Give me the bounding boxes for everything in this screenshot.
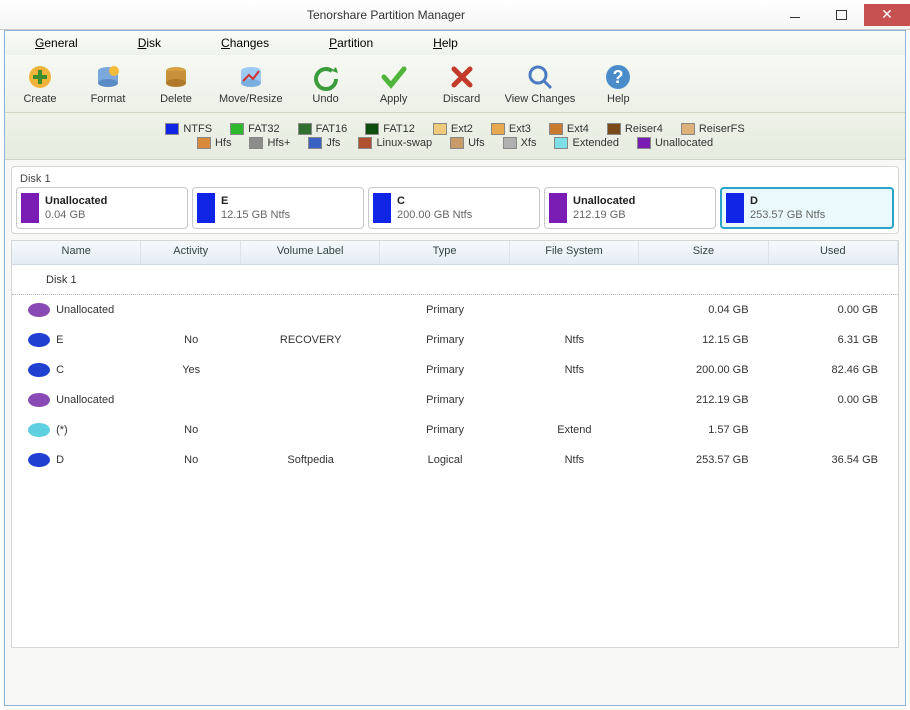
create-button[interactable]: Create	[15, 63, 65, 105]
table-row[interactable]: (*)NoPrimaryExtend1.57 GB	[12, 415, 898, 445]
partition-color-icon	[21, 193, 39, 223]
moveresize-button[interactable]: Move/Resize	[219, 63, 283, 105]
legend-hfs+: Hfs+	[249, 137, 290, 149]
col-name[interactable]: Name	[12, 241, 141, 264]
legend-ufs: Ufs	[450, 137, 485, 149]
partition-card-4[interactable]: D253.57 GB Ntfs	[720, 187, 894, 229]
legend-fat16: FAT16	[298, 123, 348, 135]
disk-label: Disk 1	[16, 171, 894, 187]
legend-ext2: Ext2	[433, 123, 473, 135]
partition-color-icon	[549, 193, 567, 223]
close-button[interactable]: ✕	[864, 4, 910, 26]
help-button[interactable]: ?Help	[593, 63, 643, 105]
col-size[interactable]: Size	[639, 241, 768, 264]
table-row[interactable]: UnallocatedPrimary212.19 GB0.00 GB	[12, 385, 898, 415]
col-filesystem[interactable]: File System	[510, 241, 639, 264]
help-icon: ?	[604, 63, 632, 91]
legend-reiserfs: ReiserFS	[681, 123, 745, 135]
window-title: Tenorshare Partition Manager	[0, 8, 772, 22]
format-icon	[94, 63, 122, 91]
table-row[interactable]: DNoSoftpediaLogicalNtfs253.57 GB36.54 GB	[12, 445, 898, 475]
col-used[interactable]: Used	[769, 241, 898, 264]
discard-button[interactable]: Discard	[437, 63, 487, 105]
delete-icon	[162, 63, 190, 91]
partition-card-0[interactable]: Unallocated0.04 GB	[16, 187, 188, 229]
partition-card-3[interactable]: Unallocated212.19 GB	[544, 187, 716, 229]
partition-icon	[28, 393, 50, 407]
viewchanges-icon	[526, 63, 554, 91]
discard-icon	[448, 63, 476, 91]
menu-help[interactable]: Help	[403, 36, 488, 50]
legend-ext3: Ext3	[491, 123, 531, 135]
filesystem-legend: NTFS FAT32 FAT16 FAT12 Ext2 Ext3 Ext4 Reiser4 Re…	[5, 113, 905, 160]
partition-icon	[28, 423, 50, 437]
legend-xfs: Xfs	[503, 137, 537, 149]
delete-button[interactable]: Delete	[151, 63, 201, 105]
legend-unallocated: Unallocated	[637, 137, 713, 149]
partition-table: Name Activity Volume Label Type File Sys…	[11, 240, 899, 648]
partition-card-2[interactable]: C200.00 GB Ntfs	[368, 187, 540, 229]
partition-card-1[interactable]: E12.15 GB Ntfs	[192, 187, 364, 229]
menu-partition[interactable]: Partition	[299, 36, 403, 50]
table-header: Name Activity Volume Label Type File Sys…	[12, 241, 898, 265]
partition-icon	[28, 363, 50, 377]
minimize-button[interactable]	[772, 4, 818, 26]
apply-icon	[380, 63, 408, 91]
maximize-button[interactable]	[818, 4, 864, 26]
partition-color-icon	[197, 193, 215, 223]
legend-ntfs: NTFS	[165, 123, 212, 135]
partition-color-icon	[726, 193, 744, 223]
partition-color-icon	[373, 193, 391, 223]
menu-general[interactable]: General	[5, 36, 108, 50]
legend-reiser4: Reiser4	[607, 123, 663, 135]
undo-button[interactable]: Undo	[301, 63, 351, 105]
legend-fat12: FAT12	[365, 123, 415, 135]
format-button[interactable]: Format	[83, 63, 133, 105]
legend-fat32: FAT32	[230, 123, 280, 135]
legend-linux-swap: Linux-swap	[358, 137, 432, 149]
create-icon	[26, 63, 54, 91]
disk-row[interactable]: Disk 1	[12, 265, 898, 295]
toolbar: Create Format Delete Move/Resize Undo Apply Di…	[5, 55, 905, 113]
apply-button[interactable]: Apply	[369, 63, 419, 105]
undo-icon	[312, 63, 340, 91]
titlebar: Tenorshare Partition Manager ✕	[0, 0, 910, 30]
menu-disk[interactable]: Disk	[108, 36, 191, 50]
legend-jfs: Jfs	[308, 137, 340, 149]
menu-changes[interactable]: Changes	[191, 36, 299, 50]
viewchanges-button[interactable]: View Changes	[505, 63, 576, 105]
col-activity[interactable]: Activity	[141, 241, 241, 264]
legend-extended: Extended	[554, 137, 618, 149]
svg-text:?: ?	[613, 67, 624, 87]
disk-map: Disk 1 Unallocated0.04 GBE12.15 GB NtfsC…	[11, 166, 899, 234]
table-row[interactable]: ENoRECOVERYPrimaryNtfs12.15 GB6.31 GB	[12, 325, 898, 355]
moveresize-icon	[237, 63, 265, 91]
table-row[interactable]: UnallocatedPrimary0.04 GB0.00 GB	[12, 295, 898, 325]
partition-icon	[28, 333, 50, 347]
partition-icon	[28, 453, 50, 467]
legend-hfs: Hfs	[197, 137, 232, 149]
legend-ext4: Ext4	[549, 123, 589, 135]
col-volume-label[interactable]: Volume Label	[241, 241, 380, 264]
partition-icon	[28, 303, 50, 317]
col-type[interactable]: Type	[380, 241, 509, 264]
menubar: GeneralDiskChangesPartitionHelp	[5, 31, 905, 55]
table-row[interactable]: CYesPrimaryNtfs200.00 GB82.46 GB	[12, 355, 898, 385]
